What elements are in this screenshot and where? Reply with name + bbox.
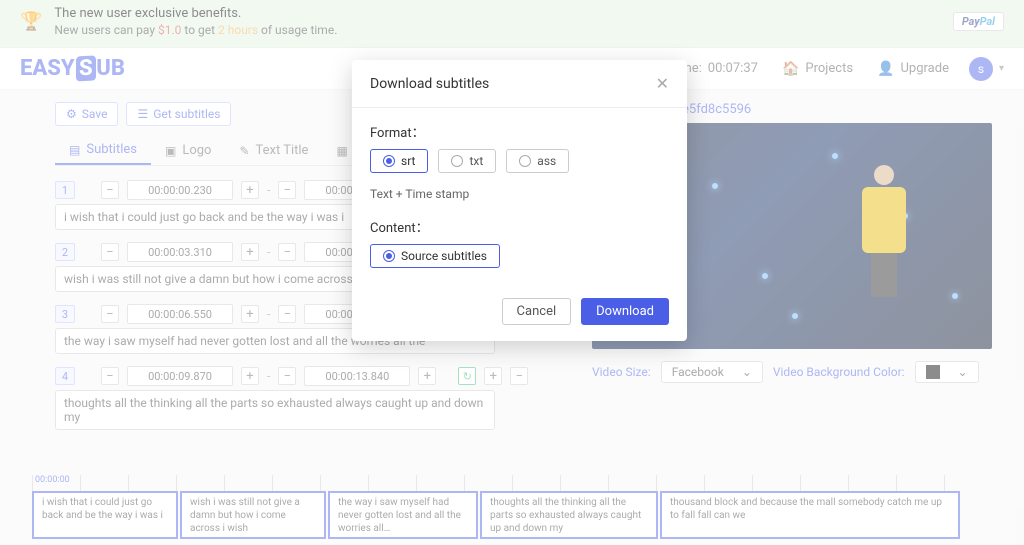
close-icon[interactable]: ✕ <box>656 74 669 93</box>
radio-icon <box>383 250 395 262</box>
format-note: Text + Time stamp <box>370 187 669 201</box>
format-ass[interactable]: ass <box>506 149 569 173</box>
download-subtitles-modal: Download subtitles ✕ Format： srt txt ass… <box>352 60 687 341</box>
radio-icon <box>519 155 531 167</box>
cancel-button[interactable]: Cancel <box>502 298 572 325</box>
radio-icon <box>451 155 463 167</box>
format-txt[interactable]: txt <box>438 149 496 173</box>
content-label: Content： <box>370 217 669 236</box>
content-source-subtitles[interactable]: Source subtitles <box>370 244 500 268</box>
format-label: Format： <box>370 122 669 141</box>
modal-title: Download subtitles <box>370 76 489 92</box>
radio-icon <box>383 155 395 167</box>
format-srt[interactable]: srt <box>370 149 428 173</box>
download-button[interactable]: Download <box>581 298 669 325</box>
